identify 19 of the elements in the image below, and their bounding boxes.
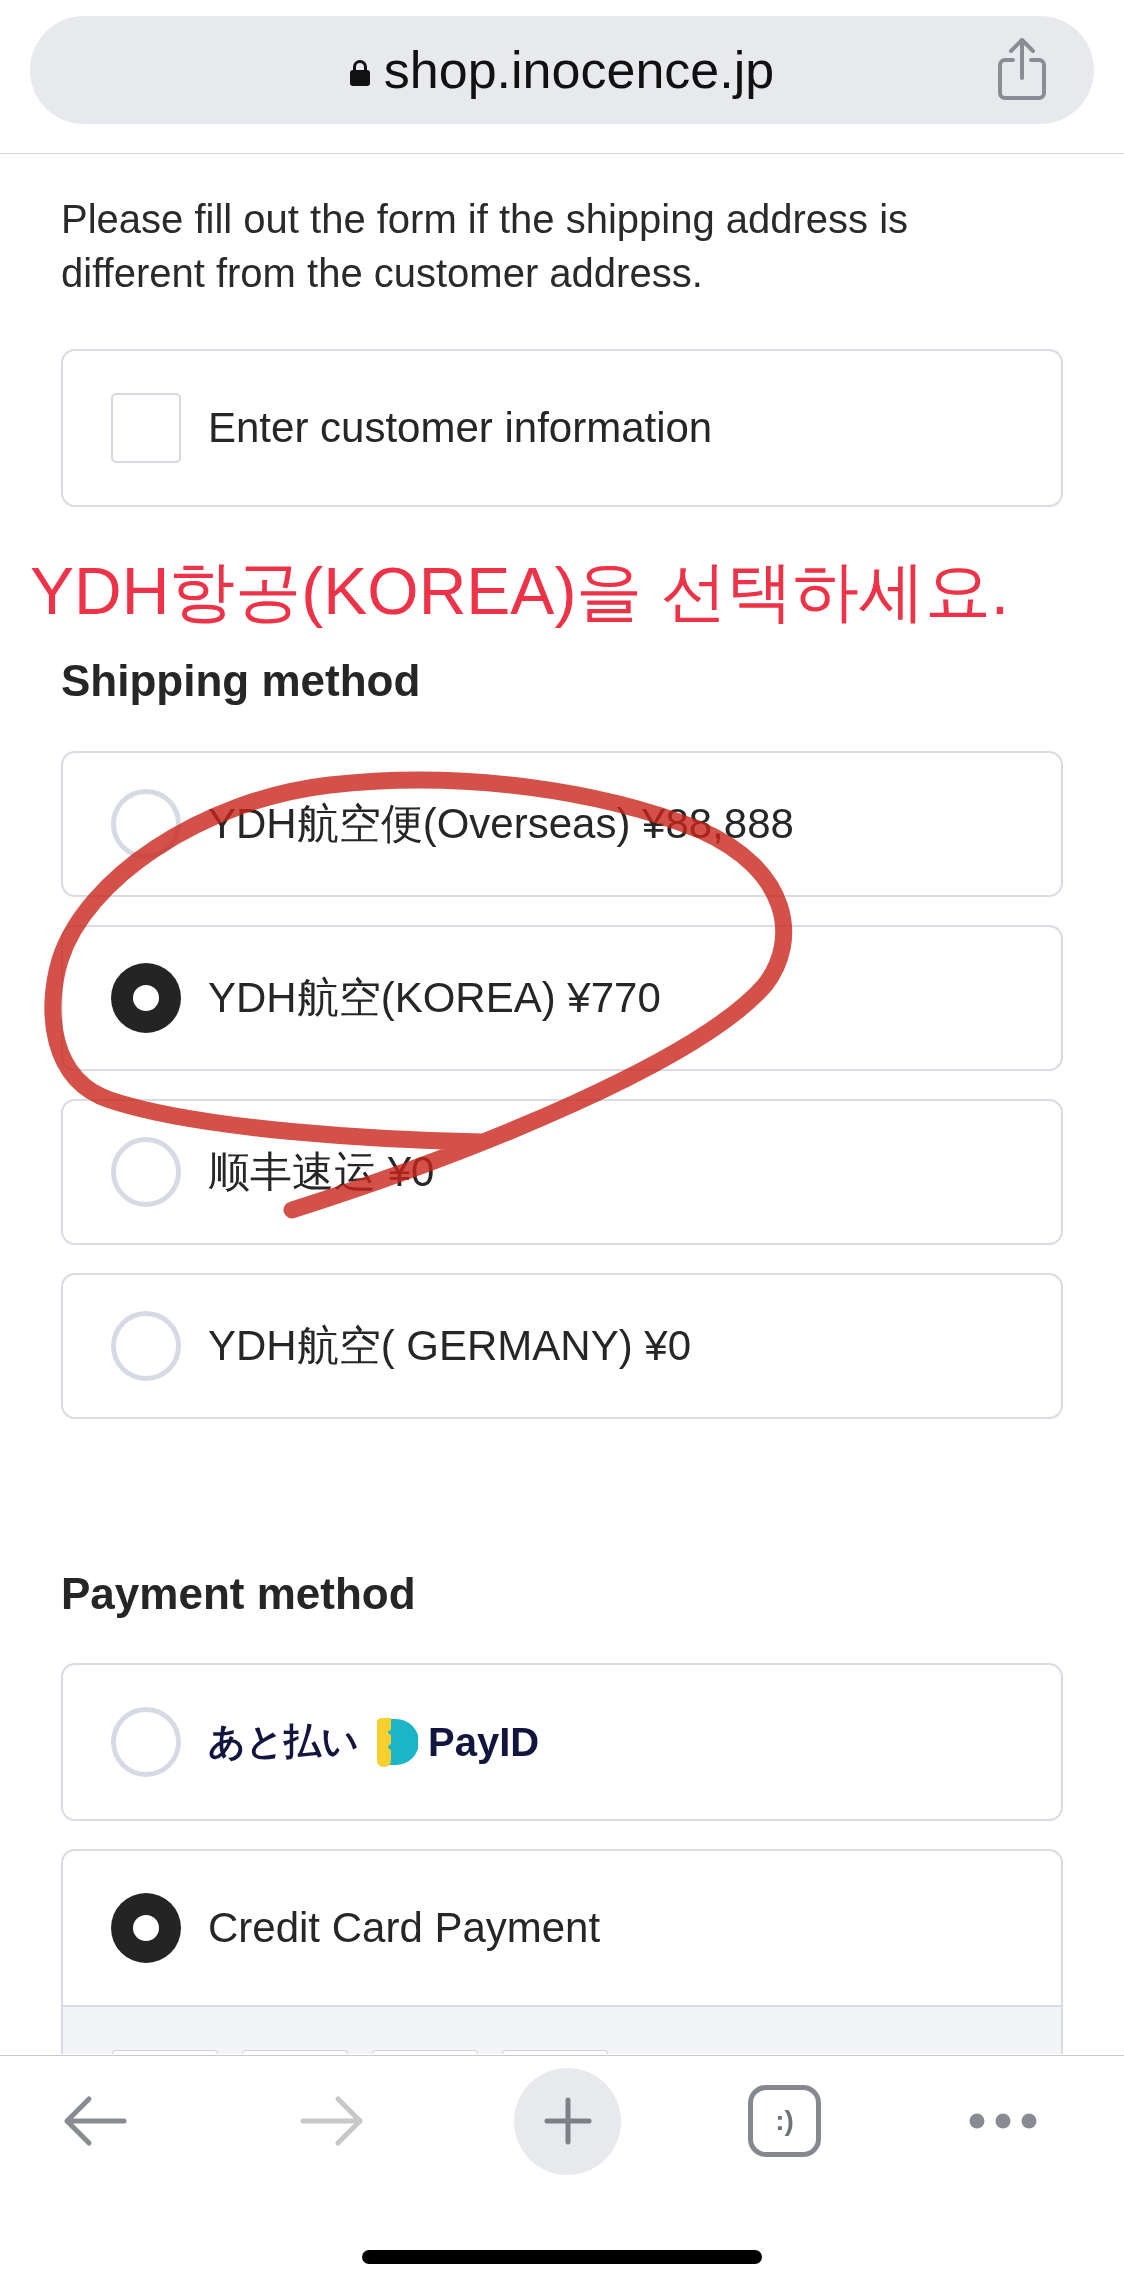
checkbox[interactable] bbox=[111, 393, 181, 463]
share-icon bbox=[998, 38, 1046, 100]
tabs-button[interactable]: :) bbox=[748, 2085, 821, 2157]
section-heading: Payment method bbox=[61, 1570, 417, 1618]
payment-option[interactable]: Credit Card Payment bbox=[61, 1849, 1063, 2054]
section-heading: Shipping method bbox=[61, 657, 422, 705]
shipping-option[interactable]: YDH航空( GERMANY) ¥0 bbox=[61, 1273, 1063, 1419]
shipping-option[interactable]: YDH航空(KOREA) ¥770 bbox=[61, 925, 1063, 1071]
instruction-text: YDH항공(KOREA)을 선택하세요. bbox=[30, 553, 1011, 629]
share-button[interactable] bbox=[998, 38, 1046, 100]
more-icon bbox=[969, 2113, 1037, 2129]
address-bar[interactable]: shop.inocence.jp bbox=[30, 16, 1094, 124]
lock-icon bbox=[349, 58, 370, 86]
forward-arrow-icon bbox=[300, 2095, 364, 2147]
payment-option[interactable]: あと払い PayID bbox=[61, 1663, 1063, 1821]
plus-icon bbox=[543, 2097, 592, 2145]
back-arrow-icon bbox=[63, 2095, 127, 2147]
notice-text: Please fill out the form if the shipping address is different from the customer address. bbox=[61, 196, 910, 297]
customer-info-option[interactable]: Enter customer information bbox=[61, 349, 1063, 507]
